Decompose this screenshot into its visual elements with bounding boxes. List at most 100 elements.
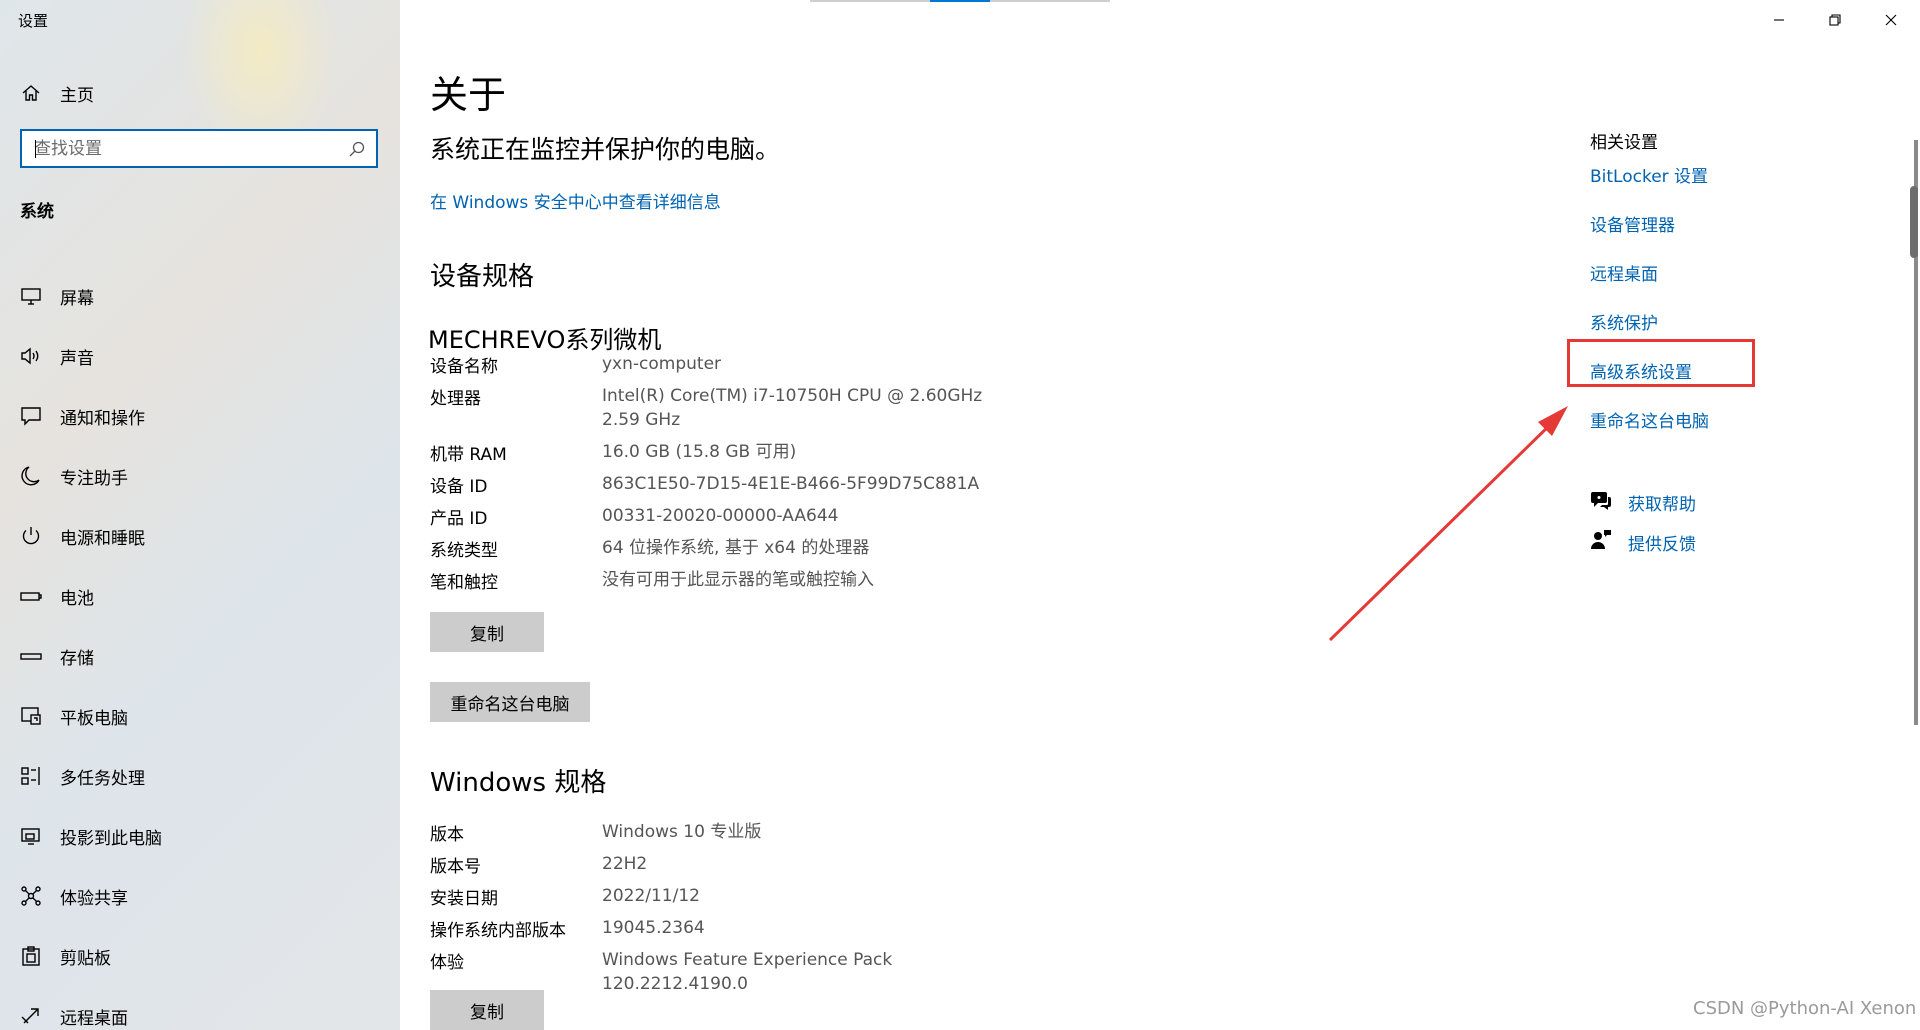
sidebar-item-display[interactable]: 屏幕 (20, 266, 162, 326)
scrollbar-thumb[interactable] (1910, 186, 1918, 258)
spec-row-processor: 处理器 Intel(R) Core(TM) i7-10750H CPU @ 2.… (430, 384, 1002, 432)
display-icon (20, 285, 42, 307)
sidebar-item-label: 远程桌面 (60, 1008, 128, 1029)
sidebar-item-focus-assist[interactable]: 专注助手 (20, 446, 162, 506)
section-title: 系统 (20, 202, 54, 222)
get-help-link[interactable]: 获取帮助 (1590, 490, 1696, 515)
spec-value: 00331-20020-00000-AA644 (602, 506, 839, 526)
share-icon (20, 885, 42, 907)
spec-row-version: 版本号 22H2 (430, 852, 1012, 877)
battery-icon (20, 585, 42, 607)
spec-row-device-id: 设备 ID 863C1E50-7D15-4E1E-B466-5F99D75C88… (430, 472, 1012, 497)
spec-row-experience: 体验 Windows Feature Experience Pack 120.2… (430, 948, 1022, 996)
sidebar-item-notifications[interactable]: 通知和操作 (20, 386, 162, 446)
sidebar-item-battery[interactable]: 电池 (20, 566, 162, 626)
annotation-highlight-box (1567, 339, 1755, 387)
sidebar: 设置 主页 系统 屏幕 声音 通知和操 (0, 0, 400, 1030)
spec-label: 产品 ID (430, 509, 488, 529)
copy-windows-specs-button[interactable]: 复制 (430, 990, 544, 1030)
spec-label: 版本号 (430, 857, 481, 877)
spec-value: 2022/11/12 (602, 886, 700, 906)
windows-specs-heading: Windows 规格 (430, 768, 607, 798)
search-box[interactable] (20, 129, 378, 168)
sidebar-item-multitasking[interactable]: 多任务处理 (20, 746, 162, 806)
system-protection-link[interactable]: 系统保护 (1590, 309, 1658, 334)
top-edge-accent (930, 0, 990, 2)
spec-row-ram: 机带 RAM 16.0 GB (15.8 GB 可用) (430, 440, 1012, 465)
search-icon[interactable] (346, 138, 368, 160)
main-content: 关于 系统正在监控并保护你的电脑。 在 Windows 安全中心中查看详细信息 … (400, 0, 1920, 1030)
spec-value: 19045.2364 (602, 918, 705, 938)
storage-icon (20, 645, 42, 667)
sidebar-item-power-sleep[interactable]: 电源和睡眠 (20, 506, 162, 566)
close-button[interactable] (1862, 0, 1920, 40)
spec-label: 处理器 (430, 389, 481, 409)
sidebar-item-label: 屏幕 (60, 288, 94, 309)
app-title: 设置 (18, 12, 49, 30)
sidebar-item-label: 主页 (60, 85, 94, 106)
spec-value: Intel(R) Core(TM) i7-10750H CPU @ 2.60GH… (602, 386, 983, 430)
spec-label: 机带 RAM (430, 445, 507, 465)
spec-label: 笔和触控 (430, 573, 498, 593)
spec-row-edition: 版本 Windows 10 专业版 (430, 820, 1012, 845)
rename-pc-button[interactable]: 重命名这台电脑 (430, 682, 590, 722)
sidebar-item-home[interactable]: 主页 (20, 78, 94, 108)
sidebar-item-label: 体验共享 (60, 888, 128, 909)
tablet-icon (20, 705, 42, 727)
rename-pc-link[interactable]: 重命名这台电脑 (1590, 407, 1709, 432)
remote-desktop-link[interactable]: 远程桌面 (1590, 260, 1658, 285)
spec-row-system-type: 系统类型 64 位操作系统, 基于 x64 的处理器 (430, 536, 1012, 561)
remote-desktop-icon (20, 1005, 42, 1027)
minimize-icon (1773, 11, 1785, 30)
device-specs-heading: 设备规格 (430, 262, 535, 292)
feedback-icon (1590, 529, 1612, 555)
sidebar-item-label: 多任务处理 (60, 768, 145, 789)
watermark: CSDN @Python-AI Xenon (1693, 998, 1917, 1019)
spec-label: 版本 (430, 825, 464, 845)
spec-label: 操作系统内部版本 (430, 921, 566, 941)
spec-row-install-date: 安装日期 2022/11/12 (430, 884, 1012, 909)
sidebar-item-label: 剪贴板 (60, 948, 111, 969)
spec-label: 体验 (430, 953, 464, 973)
page-title: 关于 (430, 73, 507, 117)
spec-label: 系统类型 (430, 541, 498, 561)
sidebar-item-project[interactable]: 投影到此电脑 (20, 806, 162, 866)
spec-label: 设备名称 (430, 357, 498, 377)
sidebar-item-label: 电源和睡眠 (60, 528, 145, 549)
spec-value: 64 位操作系统, 基于 x64 的处理器 (602, 538, 870, 558)
device-manager-link[interactable]: 设备管理器 (1590, 211, 1675, 236)
get-help-label: 获取帮助 (1628, 495, 1696, 515)
close-icon (1885, 11, 1897, 30)
spec-label: 设备 ID (430, 477, 488, 497)
sidebar-item-remote-desktop[interactable]: 远程桌面 (20, 986, 162, 1030)
sidebar-item-storage[interactable]: 存储 (20, 626, 162, 686)
text-caret (35, 140, 36, 158)
sidebar-item-tablet[interactable]: 平板电脑 (20, 686, 162, 746)
bitlocker-settings-link[interactable]: BitLocker 设置 (1590, 162, 1708, 187)
speaker-icon (20, 345, 42, 367)
minimize-button[interactable] (1750, 0, 1808, 40)
security-center-link[interactable]: 在 Windows 安全中心中查看详细信息 (430, 188, 721, 213)
spec-row-product-id: 产品 ID 00331-20020-00000-AA644 (430, 504, 1012, 529)
sidebar-nav: 屏幕 声音 通知和操作 专注助手 电源和睡眠 电池 存储 平板电脑 多任务处理 … (20, 266, 162, 1030)
sidebar-item-label: 通知和操作 (60, 408, 145, 429)
power-icon (20, 525, 42, 547)
moon-icon (20, 465, 42, 487)
sidebar-item-label: 投影到此电脑 (60, 828, 162, 849)
spec-value: 没有可用于此显示器的笔或触控输入 (602, 570, 874, 590)
restore-button[interactable] (1806, 0, 1864, 40)
notification-icon (20, 405, 42, 427)
sidebar-item-label: 存储 (60, 648, 94, 669)
spec-value: Windows 10 专业版 (602, 822, 762, 842)
sidebar-item-label: 专注助手 (60, 468, 128, 489)
sidebar-item-clipboard[interactable]: 剪贴板 (20, 926, 162, 986)
security-status-text: 系统正在监控并保护你的电脑。 (430, 135, 781, 164)
search-input[interactable] (22, 131, 346, 166)
clipboard-icon (20, 945, 42, 967)
spec-row-os-build: 操作系统内部版本 19045.2364 (430, 916, 1012, 941)
feedback-link[interactable]: 提供反馈 (1590, 529, 1696, 555)
sidebar-item-sound[interactable]: 声音 (20, 326, 162, 386)
feedback-label: 提供反馈 (1628, 534, 1696, 555)
sidebar-item-shared-experiences[interactable]: 体验共享 (20, 866, 162, 926)
copy-device-specs-button[interactable]: 复制 (430, 612, 544, 652)
